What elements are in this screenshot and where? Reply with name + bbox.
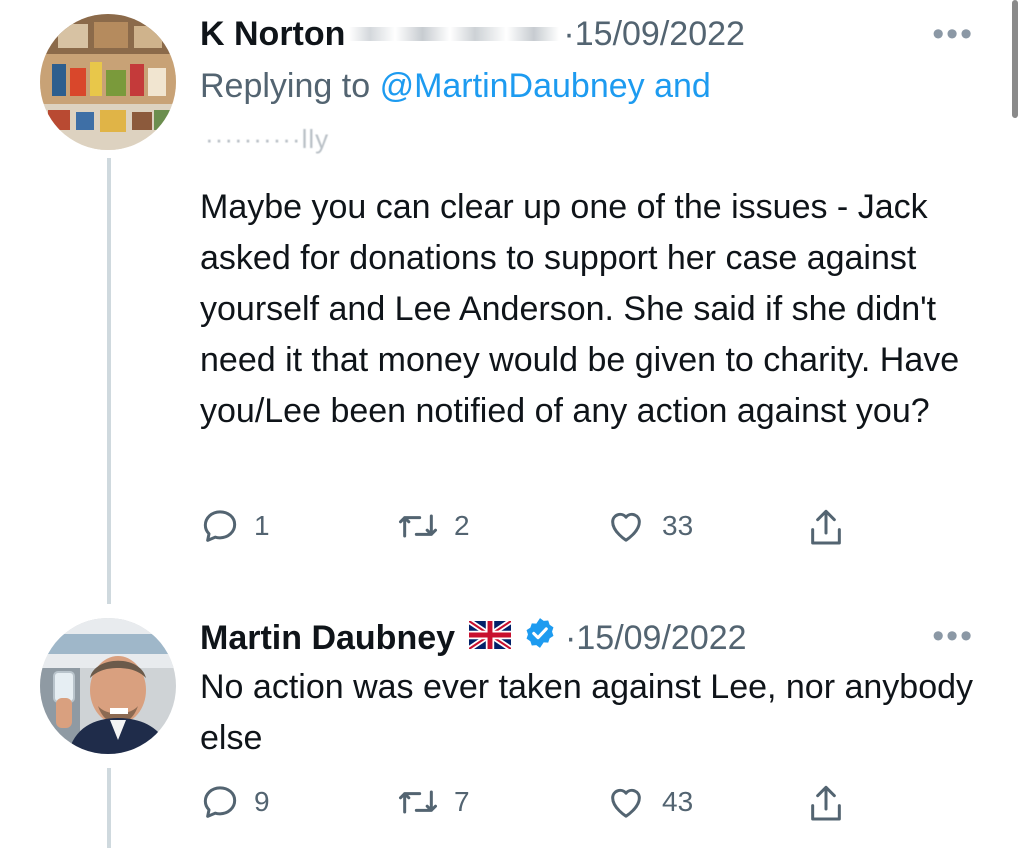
reply-count: 9 — [254, 786, 270, 817]
share-button[interactable] — [806, 506, 846, 550]
reply-icon — [200, 506, 240, 546]
retweet-button[interactable]: 7 — [396, 782, 470, 822]
tweet1-obscured-handle — [349, 27, 560, 41]
share-button[interactable] — [806, 782, 846, 826]
retweet-count: 7 — [454, 786, 470, 817]
tweet2-date-separator: · — [565, 618, 577, 657]
avatar-k-norton[interactable] — [40, 14, 176, 150]
tweet2-date[interactable]: 15/09/2022 — [576, 618, 746, 658]
share-icon — [806, 782, 846, 826]
reply-button[interactable]: 9 — [200, 782, 270, 822]
tweet1-actions: 1 2 33 — [200, 506, 860, 554]
like-count: 33 — [662, 510, 694, 541]
tweet2-author[interactable]: Martin Daubney — [200, 618, 455, 658]
tweet1-header: K Norton · 15/09/2022 — [200, 14, 745, 54]
like-icon — [604, 782, 648, 822]
retweet-count: 2 — [454, 510, 470, 541]
retweet-icon — [396, 506, 440, 546]
more-icon[interactable]: ••• — [932, 14, 974, 54]
reply-icon — [200, 782, 240, 822]
like-icon — [604, 506, 648, 546]
tweet1-date[interactable]: 15/09/2022 — [575, 14, 745, 54]
tweet1-author[interactable]: K Norton — [200, 14, 345, 54]
reply-button[interactable]: 1 — [200, 506, 270, 546]
reply-count: 1 — [254, 510, 270, 541]
verified-icon — [523, 616, 557, 659]
like-button[interactable]: 43 — [604, 782, 693, 822]
share-icon — [806, 506, 846, 550]
like-count: 43 — [662, 786, 694, 817]
retweet-icon — [396, 782, 440, 822]
tweet1-text: Maybe you can clear up one of the issues… — [200, 188, 960, 430]
avatar-martin-daubney[interactable] — [40, 618, 176, 754]
tweet1-blurred-line: ··········lly — [205, 124, 330, 154]
tweet2-text: No action was ever taken against Lee, no… — [200, 668, 974, 757]
tweet1-replying-to: Replying to @MartinDaubney and — [200, 66, 711, 106]
more-icon[interactable]: ••• — [932, 616, 974, 656]
tweet1-date-separator: · — [563, 15, 575, 53]
reply-handle-link[interactable]: @MartinDaubney and — [380, 67, 711, 105]
reply-prefix: Replying to — [200, 67, 371, 105]
thread-line — [107, 158, 111, 604]
thread-line-bottom — [107, 768, 111, 848]
like-button[interactable]: 33 — [604, 506, 693, 546]
uk-flag-icon — [467, 618, 513, 658]
tweet2-actions: 9 7 43 — [200, 782, 860, 830]
retweet-button[interactable]: 2 — [396, 506, 470, 546]
scrollbar[interactable] — [1012, 0, 1018, 118]
tweet2-header: Martin Daubney · 15/09/2022 — [200, 616, 747, 659]
